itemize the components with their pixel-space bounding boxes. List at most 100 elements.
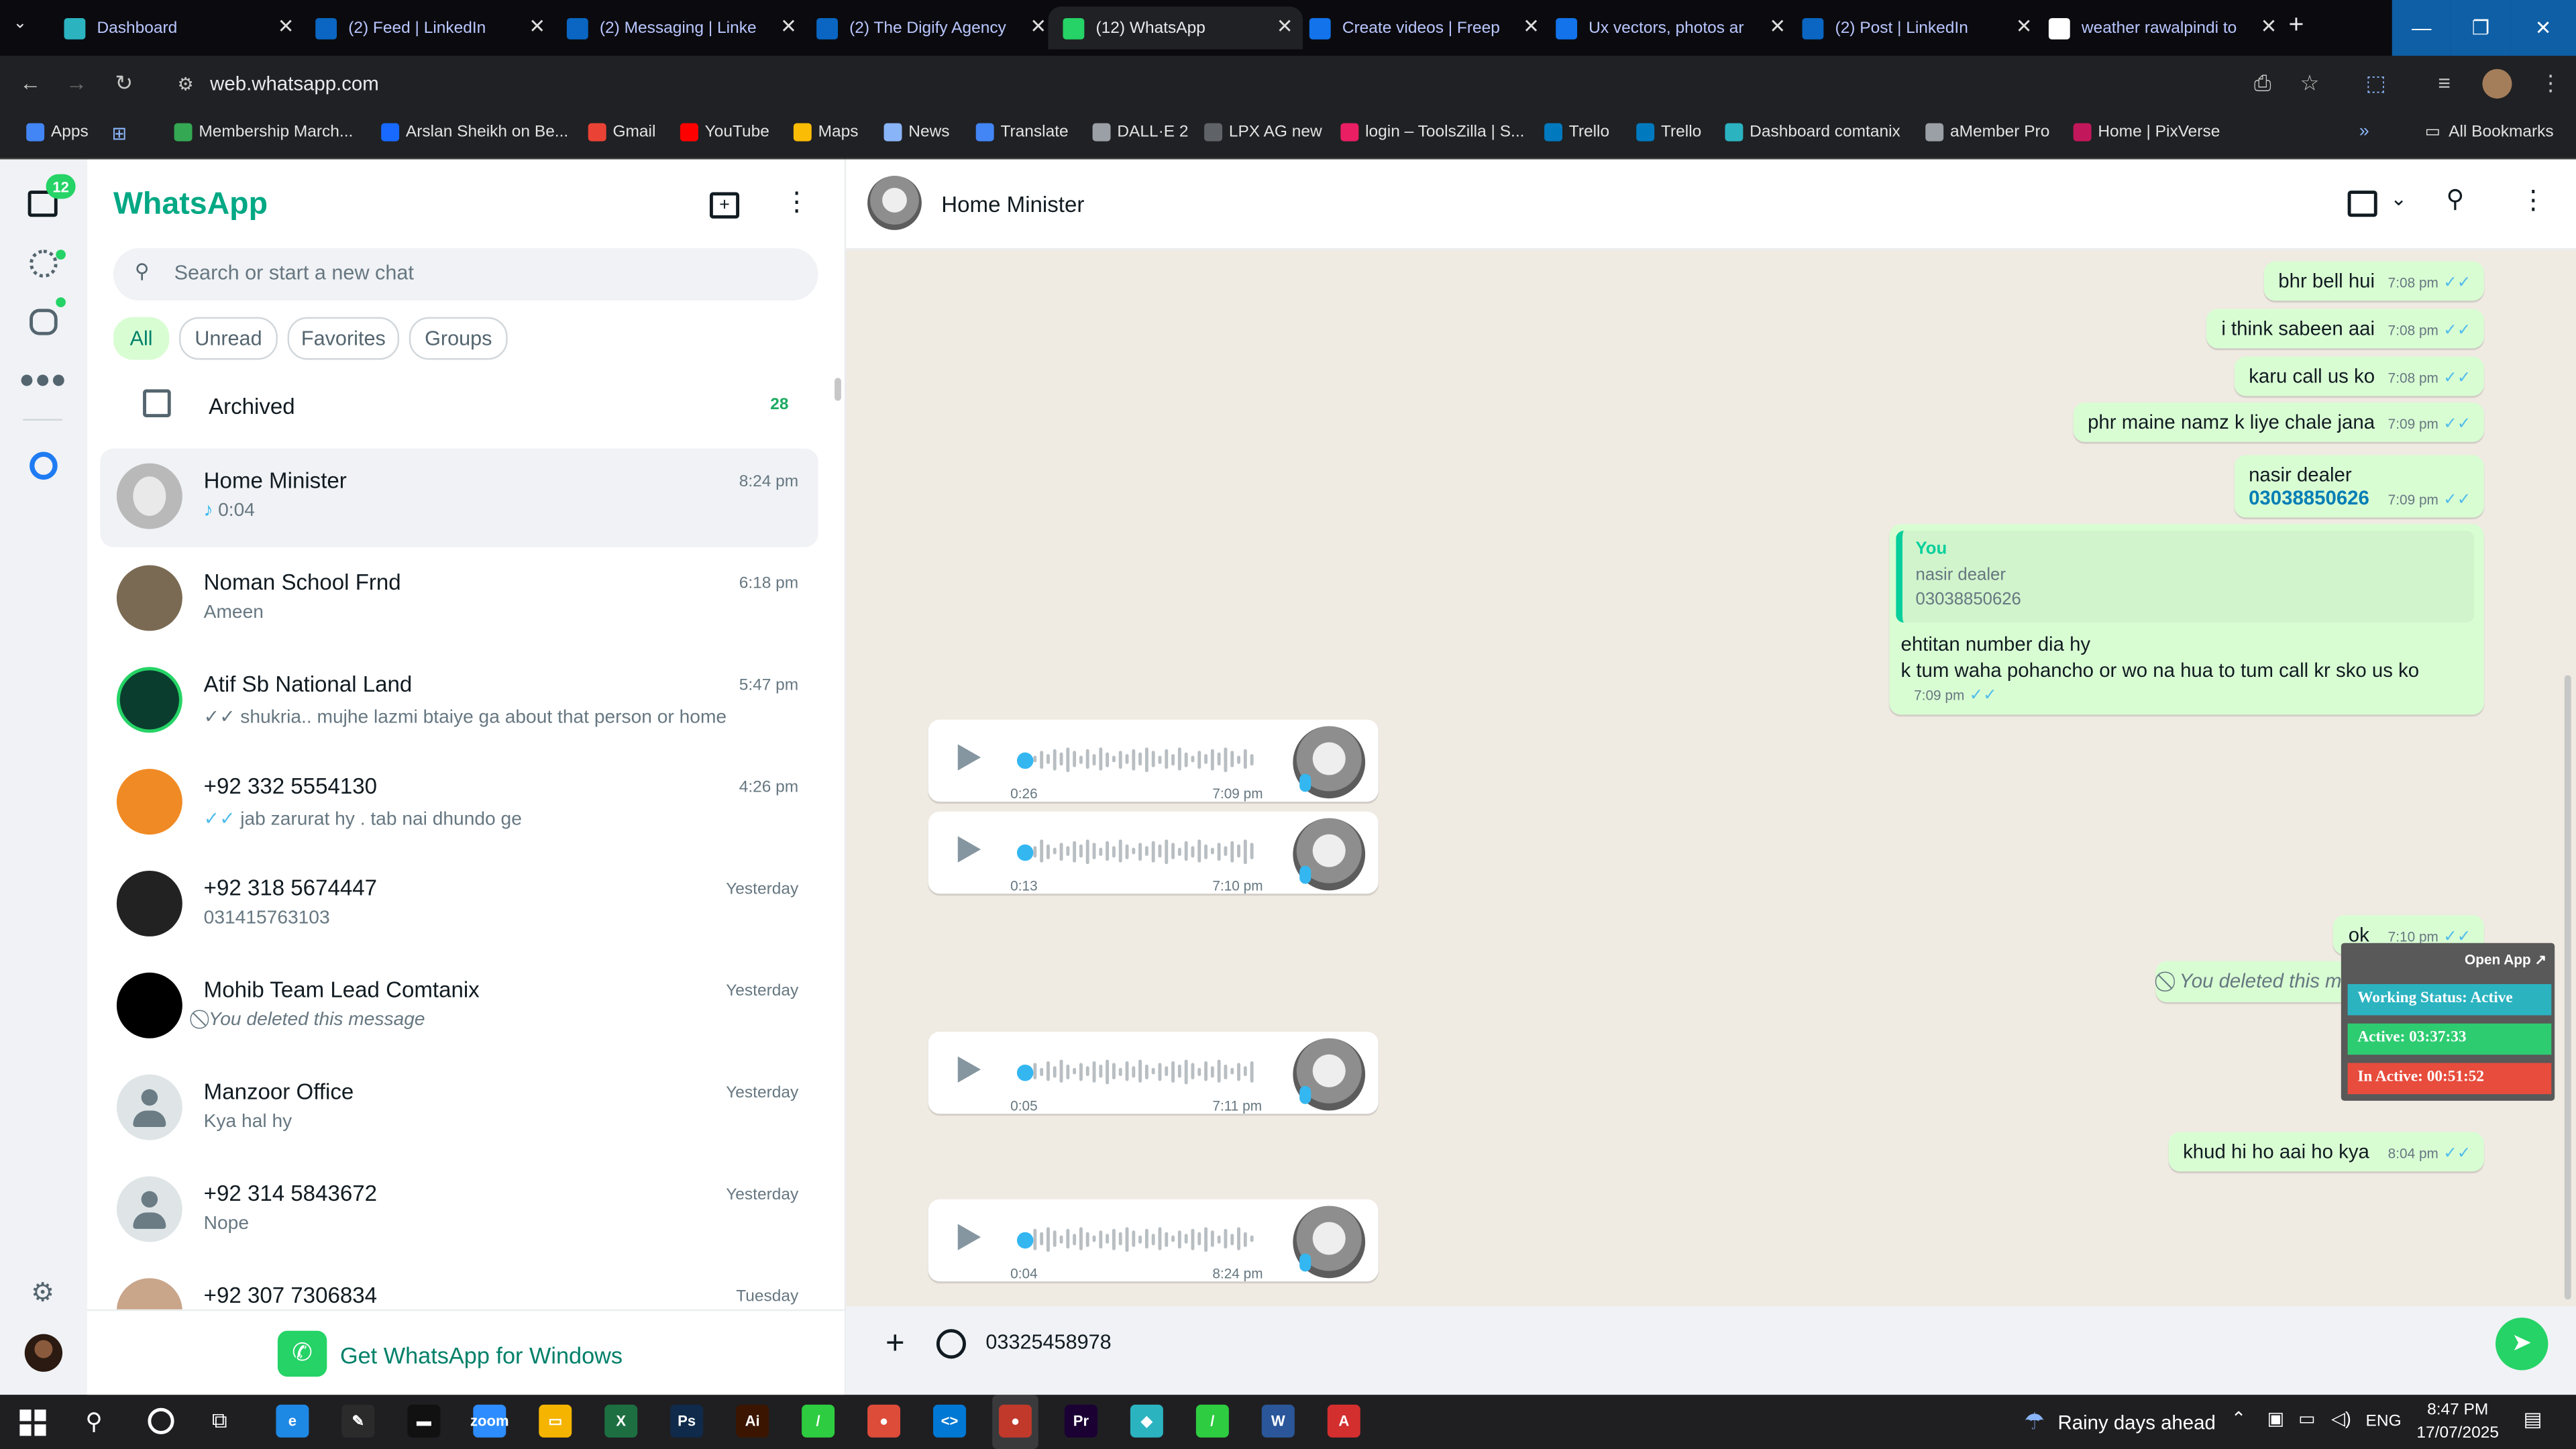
language-indicator[interactable]: ENG: [2366, 1413, 2402, 1431]
zoom-icon[interactable]: zoom: [470, 1404, 509, 1438]
cyan-app-icon[interactable]: ◆: [1130, 1404, 1163, 1438]
close-window-button[interactable]: ✕: [2510, 0, 2576, 56]
bookmark-item[interactable]: News: [883, 123, 950, 142]
bookmark-item[interactable]: Arslan Sheikh on Be...: [381, 123, 568, 142]
close-tab-icon[interactable]: ✕: [1277, 15, 1293, 38]
forward-icon[interactable]: →: [66, 70, 87, 95]
browser-tab[interactable]: (12) WhatsApp ✕: [1048, 6, 1303, 50]
browser-tab[interactable]: Create videos | Freep ✕: [1295, 7, 1550, 50]
outgoing-message[interactable]: karu call us ko 7:08 pm ✓✓: [2234, 356, 2484, 396]
get-app-banner[interactable]: ✆ Get WhatsApp for Windows: [87, 1309, 845, 1397]
browser-tab[interactable]: Ux vectors, photos ar ✕: [1541, 7, 1796, 50]
extensions-icon[interactable]: ⬚: [2366, 70, 2386, 97]
search-box[interactable]: ⚲ Search or start a new chat: [113, 248, 818, 301]
chat-avatar[interactable]: [116, 1176, 182, 1242]
messages-scrollbar[interactable]: [2564, 675, 2571, 1300]
explorer-icon[interactable]: ▭: [539, 1404, 572, 1438]
outgoing-message[interactable]: phr maine namz k liye chale jana 7:09 pm ✓…: [2073, 402, 2484, 442]
all-bookmarks-folder[interactable]: ▭ All Bookmarks: [2425, 123, 2554, 142]
volume-icon[interactable]: ◁): [2331, 1408, 2351, 1429]
greenapp2-icon[interactable]: /: [1195, 1404, 1229, 1438]
bookmark-item[interactable]: Membership March...: [174, 123, 353, 142]
filter-groups[interactable]: Groups: [409, 317, 508, 360]
playback-scrubber[interactable]: [1016, 1064, 1034, 1081]
sticker-icon[interactable]: [936, 1329, 967, 1359]
close-tab-icon[interactable]: ✕: [1030, 15, 1046, 38]
bookmark-item[interactable]: Translate: [975, 123, 1069, 142]
archived-row[interactable]: Archived 28: [100, 376, 818, 439]
video-call-icon[interactable]: [2347, 191, 2377, 217]
play-icon[interactable]: [957, 1056, 981, 1083]
contact-message[interactable]: nasir dealer 03038850626 7:09 pm ✓✓: [2234, 455, 2484, 518]
outgoing-message[interactable]: bhr bell hui 7:08 pm ✓✓: [2263, 261, 2484, 301]
playback-scrubber[interactable]: [1016, 844, 1034, 861]
menu-icon[interactable]: ⋮: [784, 186, 810, 219]
outgoing-message[interactable]: i think sabeen aai 7:08 pm ✓✓: [2206, 309, 2484, 349]
play-icon[interactable]: [957, 1224, 981, 1250]
meta-ai-icon[interactable]: [25, 447, 61, 483]
reload-icon[interactable]: ↻: [115, 70, 133, 97]
playback-scrubber[interactable]: [1016, 1232, 1034, 1249]
clock[interactable]: 8:47 PM 17/07/2025: [2415, 1401, 2500, 1442]
chat-list-item[interactable]: Atif Sb National Land 5:47 pm ✓✓ shukria.. …: [100, 652, 818, 751]
bookmark-item[interactable]: Trello: [1544, 123, 1609, 142]
open-app-link[interactable]: Open App ↗: [2465, 951, 2546, 969]
attach-icon[interactable]: +: [885, 1326, 905, 1363]
filter-all[interactable]: All: [113, 317, 170, 360]
bookmark-item[interactable]: Gmail: [588, 123, 655, 142]
new-tab-button[interactable]: +: [2288, 11, 2304, 41]
browser-tab[interactable]: (2) Feed | LinkedIn ✕: [301, 7, 555, 50]
bookmark-item[interactable]: Apps: [26, 123, 89, 142]
address-bar[interactable]: ⚙ web.whatsapp.com: [164, 64, 2300, 104]
voice-message[interactable]: 0:26 7:09 pm: [928, 719, 1379, 802]
play-icon[interactable]: [957, 836, 981, 863]
reply-message[interactable]: You nasir dealer 03038850626 ehtitan num…: [1889, 524, 2484, 715]
notifications-icon[interactable]: ▤: [2524, 1408, 2542, 1431]
message-input[interactable]: 03325458978: [977, 1320, 2489, 1366]
chat-avatar[interactable]: [116, 565, 182, 631]
excel-icon[interactable]: X: [604, 1404, 638, 1438]
illustrator-icon[interactable]: Ai: [736, 1404, 769, 1438]
bookmark-star-icon[interactable]: ☆: [2300, 70, 2320, 97]
communities-icon[interactable]: ●●●: [19, 363, 66, 399]
edge-icon[interactable]: e: [276, 1404, 309, 1438]
taskbar-search-icon[interactable]: ⚲: [85, 1408, 102, 1436]
contact-msg-number[interactable]: 03038850626: [2249, 486, 2369, 509]
bookmark-item[interactable]: aMember Pro: [1925, 123, 2049, 142]
start-button[interactable]: [19, 1409, 46, 1436]
bookmark-item[interactable]: Maps: [793, 123, 858, 142]
bookmark-item[interactable]: DALL·E 2: [1092, 123, 1189, 142]
voice-message[interactable]: 0:04 8:24 pm: [928, 1199, 1379, 1282]
chrome-profile-icon[interactable]: ●: [998, 1404, 1032, 1438]
chrome-icon[interactable]: ●: [867, 1404, 901, 1438]
weather-widget[interactable]: ☂ Rainy days ahead: [2024, 1408, 2216, 1436]
profile-photo[interactable]: [24, 1334, 63, 1372]
chat-menu-icon[interactable]: ⋮: [2520, 184, 2546, 217]
profile-avatar[interactable]: [2482, 68, 2512, 99]
chat-avatar[interactable]: [116, 870, 182, 936]
browser-tab[interactable]: Dashboard ✕: [49, 7, 304, 50]
playback-scrubber[interactable]: [1016, 752, 1034, 769]
cortana-icon[interactable]: [148, 1407, 174, 1434]
close-tab-icon[interactable]: ✕: [278, 15, 294, 38]
conversation-header[interactable]: Home Minister ⌄ ⚲ ⋮: [846, 159, 2576, 250]
tray-device-icon[interactable]: ▣: [2267, 1408, 2284, 1429]
install-app-icon[interactable]: ⎙: [2254, 70, 2271, 97]
browser-tab[interactable]: weather rawalpindi to ✕: [2034, 7, 2287, 50]
voice-message[interactable]: 0:05 7:11 pm: [928, 1031, 1379, 1114]
browser-tab[interactable]: (2) Messaging | Linke ✕: [552, 7, 807, 50]
chevron-down-icon[interactable]: ⌄: [2390, 187, 2407, 210]
close-tab-icon[interactable]: ✕: [780, 15, 797, 38]
chat-avatar[interactable]: [116, 1074, 182, 1140]
premiere-icon[interactable]: Pr: [1064, 1404, 1097, 1438]
chat-list-item[interactable]: +92 332 5554130 4:26 pm ✓✓ jab zarurat hy .…: [100, 754, 818, 853]
waveform[interactable]: [1033, 835, 1263, 867]
back-icon[interactable]: ←: [19, 70, 41, 95]
site-info-icon[interactable]: ⚙: [177, 73, 193, 94]
bookmark-item[interactable]: LPX AG new: [1204, 123, 1322, 142]
chat-list-item[interactable]: Mohib Team Lead ComtanixYesterday⃠You de…: [100, 958, 818, 1057]
network-icon[interactable]: ▭: [2298, 1408, 2315, 1429]
voice-message[interactable]: 0:13 7:10 pm: [928, 811, 1379, 894]
close-tab-icon[interactable]: ✕: [2016, 15, 2033, 38]
waveform[interactable]: [1033, 743, 1263, 775]
